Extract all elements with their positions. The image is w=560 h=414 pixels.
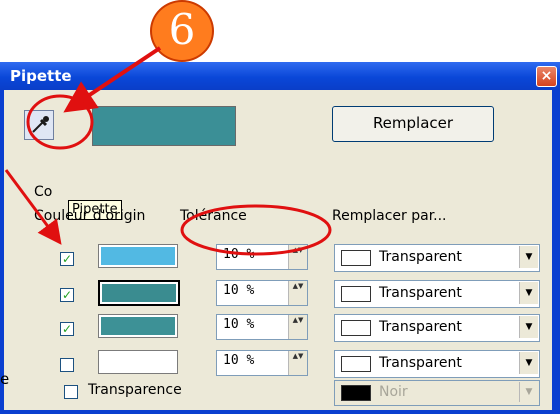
pipette-button[interactable]	[24, 110, 54, 140]
background-text-fragment: e	[0, 370, 10, 388]
row-3-tolerance[interactable]: 10 % ▲▼	[216, 314, 308, 340]
color-preview	[92, 106, 236, 146]
colors-section-label: Co	[34, 184, 53, 200]
row-1-replacement[interactable]: Transparent ▼	[334, 244, 540, 272]
tolerance-header: Tolérance	[180, 208, 247, 224]
row-3-source-color[interactable]	[98, 314, 178, 338]
dialog-body: Remplacer Co Pipette Couleur d'origin To…	[4, 90, 552, 410]
chevron-down-icon: ▼	[519, 382, 538, 402]
step-number-badge: 6	[150, 0, 214, 62]
row-2-checkbox[interactable]: ✓	[60, 288, 74, 302]
transparency-color[interactable]: Noir ▼	[334, 380, 540, 406]
pipette-dialog: Pipette × Remplacer Co Pipette Couleur d…	[0, 62, 560, 414]
close-icon[interactable]: ×	[536, 66, 557, 87]
row-4-source-color[interactable]	[98, 350, 178, 374]
eyedropper-icon	[32, 116, 49, 133]
row-2-replacement[interactable]: Transparent ▼	[334, 280, 540, 308]
row-4-tolerance[interactable]: 10 % ▲▼	[216, 350, 308, 376]
row-3-checkbox[interactable]: ✓	[60, 322, 74, 336]
chevron-down-icon: ▼	[519, 246, 538, 268]
row-1-source-color[interactable]	[98, 244, 178, 268]
replace-button[interactable]: Remplacer	[332, 106, 494, 142]
row-1-checkbox[interactable]: ✓	[60, 252, 74, 266]
dialog-title: Pipette	[10, 67, 72, 85]
transparency-checkbox[interactable]	[64, 385, 78, 399]
chevron-down-icon: ▼	[519, 316, 538, 338]
chevron-down-icon: ▼	[519, 282, 538, 304]
row-2-source-color[interactable]	[98, 280, 180, 306]
row-4-checkbox[interactable]	[60, 358, 74, 372]
chevron-down-icon: ▼	[519, 352, 538, 374]
replace-with-header: Remplacer par...	[332, 208, 447, 224]
row-3-replacement[interactable]: Transparent ▼	[334, 314, 540, 342]
row-1-tolerance[interactable]: 10 % ▲▼	[216, 244, 308, 270]
row-4-replacement[interactable]: Transparent ▼	[334, 350, 540, 378]
row-2-tolerance[interactable]: 10 % ▲▼	[216, 280, 308, 306]
source-color-header: Couleur d'origin	[34, 208, 146, 224]
title-bar: Pipette ×	[0, 62, 560, 90]
transparency-label: Transparence	[88, 382, 182, 398]
